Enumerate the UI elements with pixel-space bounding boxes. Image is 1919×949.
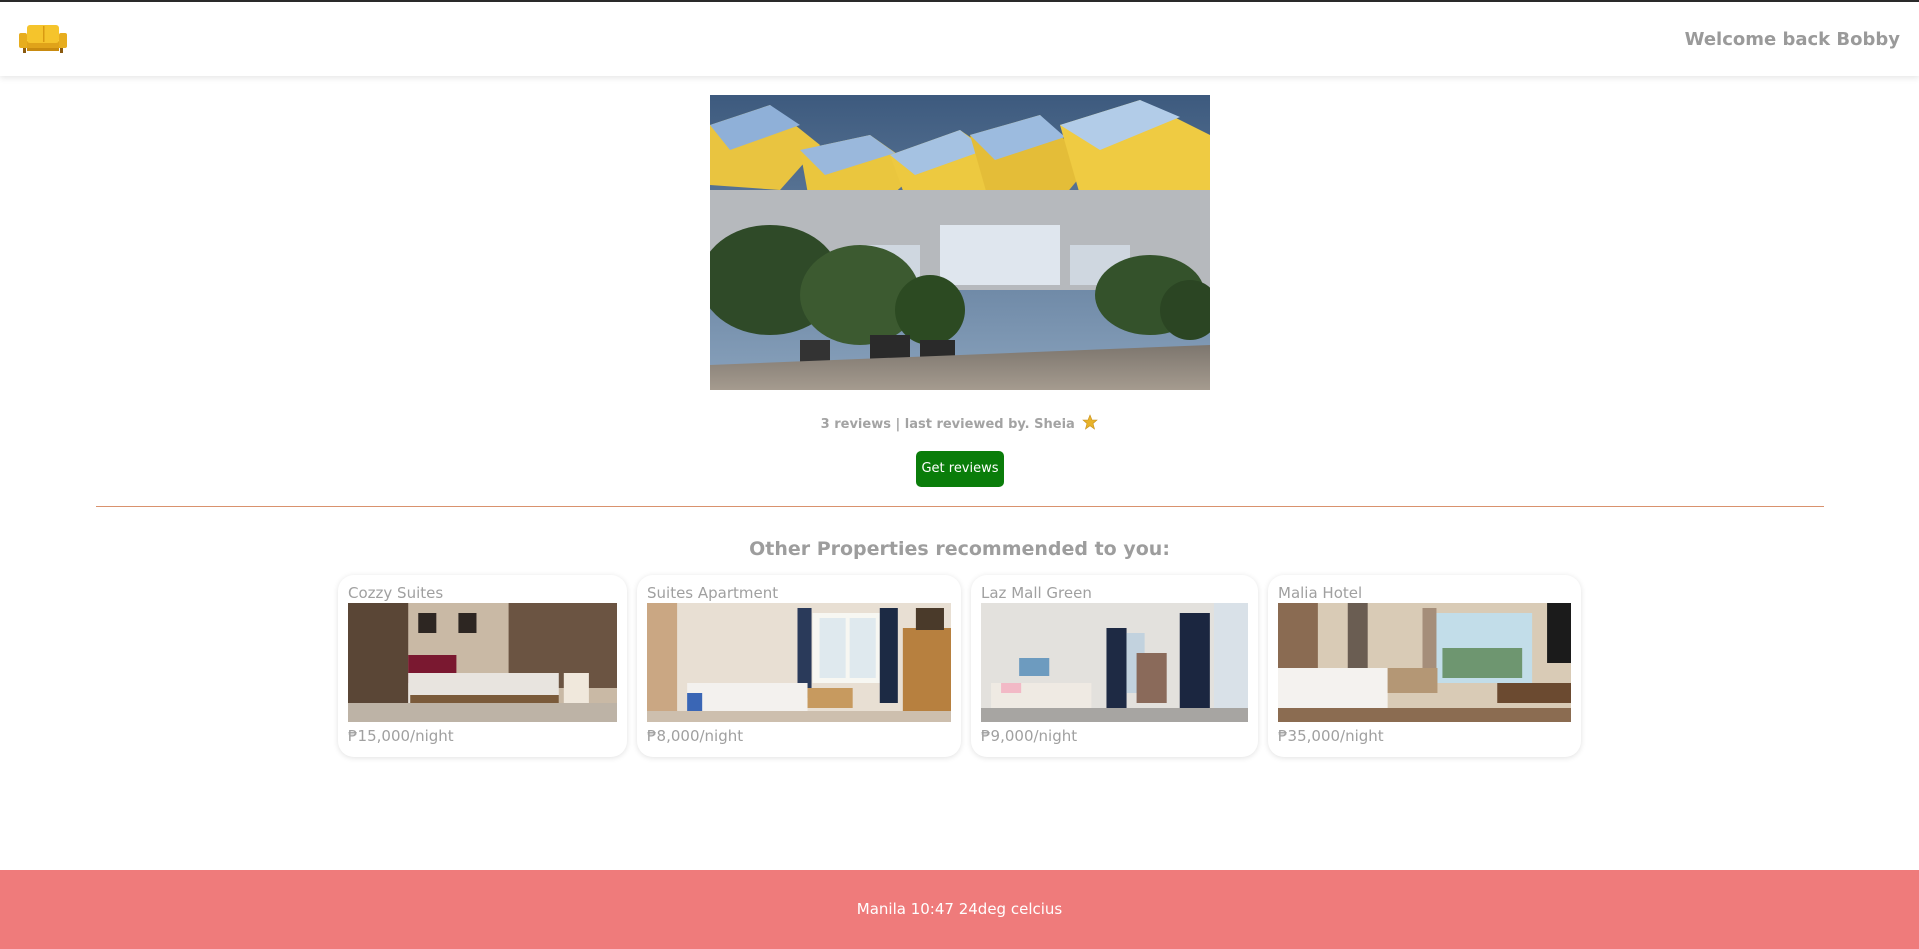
property-card[interactable]: Malia Hotel ₱35,000/night (1268, 575, 1581, 757)
property-price: ₱9,000/night (981, 727, 1078, 745)
property-card[interactable]: Laz Mall Green ₱9,000/night (971, 575, 1258, 757)
property-name[interactable]: Laz Mall Green (981, 585, 1248, 603)
recommendations-title: Other Properties recommended to you: (749, 538, 1170, 560)
property-name[interactable]: Suites Apartment (647, 585, 951, 603)
property-card[interactable]: Cozzy Suites ₱15,000/night (338, 575, 627, 757)
get-reviews-button[interactable]: Get reviews (916, 451, 1004, 487)
reviews-summary-text: 3 reviews | last reviewed by. Sheia (820, 417, 1075, 432)
property-hero-image (710, 95, 1210, 390)
property-photo[interactable] (1278, 603, 1571, 722)
property-photo[interactable] (981, 603, 1248, 722)
property-price: ₱8,000/night (647, 727, 744, 745)
property-photo[interactable] (647, 603, 951, 722)
reviews-summary: 3 reviews | last reviewed by. Sheia (0, 414, 1919, 432)
property-photo[interactable] (348, 603, 617, 722)
section-divider (96, 506, 1824, 507)
sofa-icon[interactable] (19, 21, 67, 55)
star-icon (1082, 414, 1099, 430)
property-card[interactable]: Suites Apartment ₱8,000/night (637, 575, 961, 757)
property-price: ₱15,000/night (348, 727, 454, 745)
top-navbar: Welcome back Bobby (0, 2, 1919, 76)
welcome-message: Welcome back Bobby (1684, 29, 1900, 50)
property-price: ₱35,000/night (1278, 727, 1384, 745)
property-name[interactable]: Cozzy Suites (348, 585, 617, 603)
footer-status-bar: Manila 10:47 24deg celcius (0, 870, 1919, 949)
property-name[interactable]: Malia Hotel (1278, 585, 1571, 603)
